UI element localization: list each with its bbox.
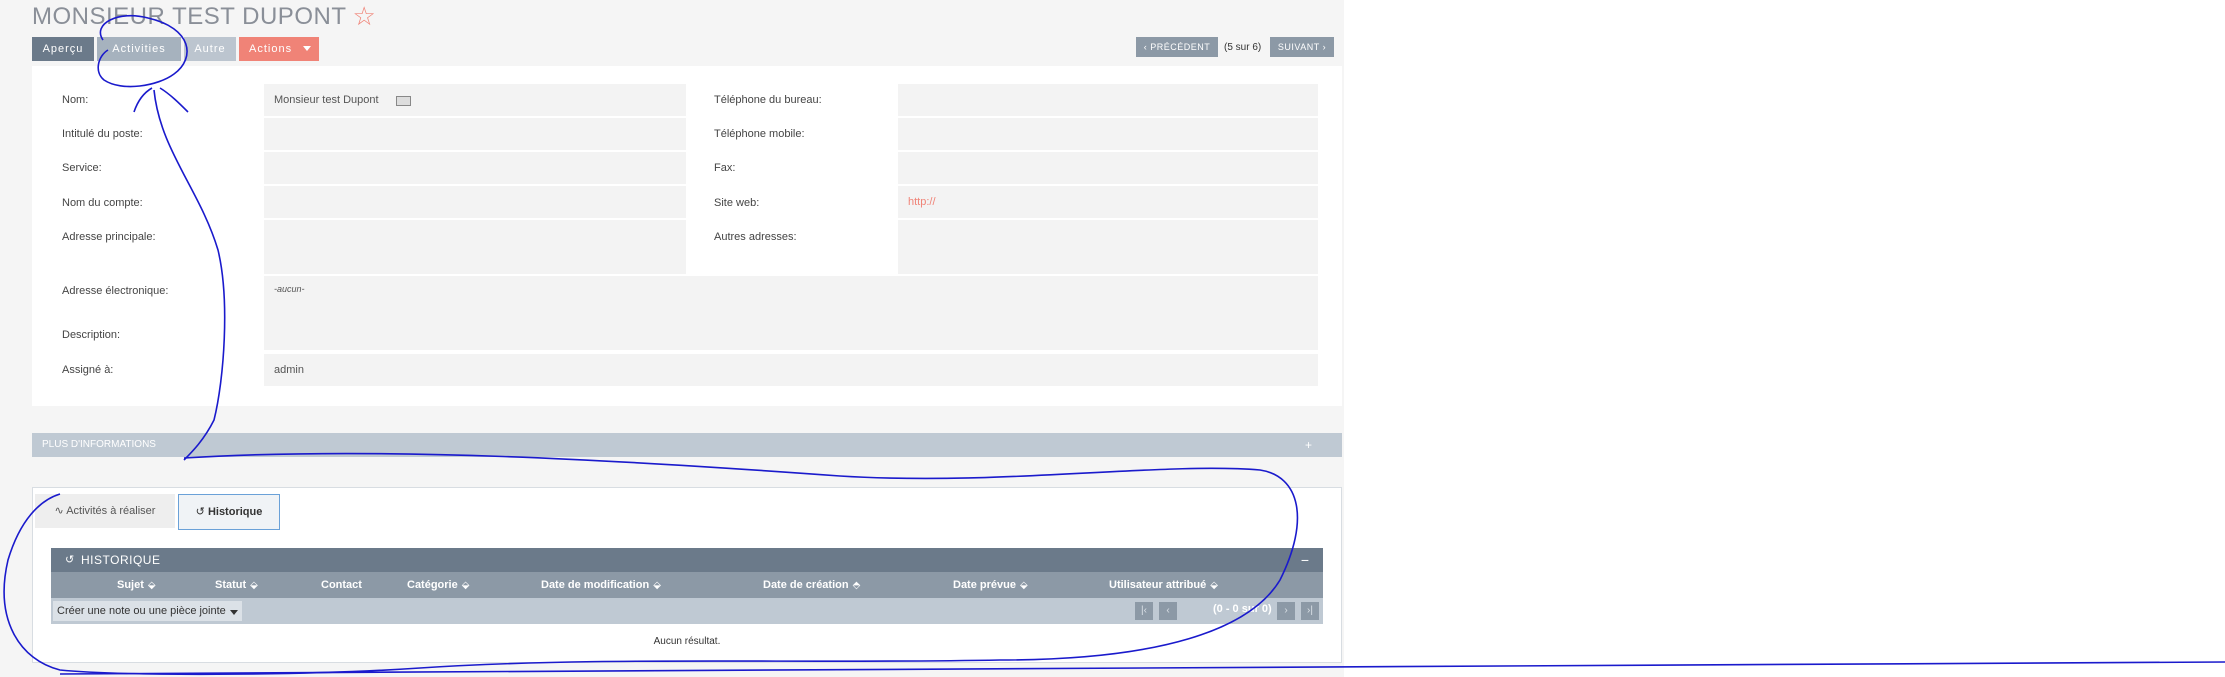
value-nom: Monsieur test Dupont	[264, 84, 686, 116]
column-date-creation[interactable]: Date de création ⬘	[763, 579, 860, 591]
sort-icon: ⬙	[1019, 580, 1028, 591]
column-utilisateur[interactable]: Utilisateur attribué ⬙	[1109, 579, 1218, 591]
column-date-creation-label: Date de création	[763, 579, 849, 591]
subtab-historique[interactable]: ↺ Historique	[178, 494, 280, 530]
sort-icon: ⬙	[250, 580, 258, 591]
column-statut-label: Statut	[215, 579, 247, 591]
value-tel-mobile	[898, 118, 1318, 150]
record-position: (5 sur 6)	[1224, 42, 1262, 53]
sort-icon: ⬙	[1210, 580, 1218, 591]
column-date-modification-label: Date de modification	[541, 579, 650, 591]
value-compte	[264, 186, 686, 218]
caret-down-icon	[229, 610, 238, 615]
subtab-historique-label: Historique	[207, 506, 263, 518]
tab-apercu[interactable]: Aperçu	[32, 37, 94, 61]
value-assigne-text: admin	[274, 364, 304, 376]
label-fax: Fax:	[714, 162, 736, 174]
value-intitule	[264, 118, 686, 150]
sort-desc-icon: ⬘	[852, 580, 861, 591]
next-label: SUIVANT	[1277, 42, 1320, 52]
value-autres	[898, 220, 1318, 274]
column-date-modification[interactable]: Date de modification ⬙	[541, 579, 661, 591]
page-title: MONSIEUR TEST DUPONT ☆	[32, 0, 376, 31]
value-site: http://	[898, 186, 1318, 218]
value-nom-text: Monsieur test Dupont	[274, 94, 379, 106]
subpanel: ∿ Activités à réaliser ↺ Historique ↺ HI…	[32, 487, 1342, 663]
history-columns: Sujet ⬙ Statut ⬙ Contact Catégorie ⬙ Date d…	[51, 572, 1323, 598]
label-site: Site web:	[714, 197, 760, 209]
value-email: -aucun-	[264, 276, 1318, 350]
caret-down-icon	[303, 46, 311, 51]
column-contact-label: Contact	[321, 579, 362, 591]
label-tel-mobile: Téléphone mobile:	[714, 128, 805, 140]
label-compte: Nom du compte:	[62, 197, 143, 209]
value-email-text: -aucun-	[274, 284, 305, 294]
vcard-icon[interactable]	[396, 96, 411, 106]
history-toolbar: Créer une note ou une pièce jointe |‹ ‹ …	[51, 598, 1323, 624]
label-adresse: Adresse principale:	[62, 231, 156, 243]
value-adresse	[264, 220, 686, 274]
subtab-activites-label: Activités à réaliser	[66, 505, 156, 517]
record-page: MONSIEUR TEST DUPONT ☆ Aperçu Activities …	[0, 0, 1344, 677]
column-statut[interactable]: Statut ⬙	[215, 579, 258, 591]
collapse-icon[interactable]: −	[1301, 548, 1309, 572]
website-link[interactable]: http://	[908, 196, 936, 208]
label-nom: Nom:	[62, 94, 89, 106]
label-intitule: Intitulé du poste:	[62, 128, 143, 140]
column-date-prevue[interactable]: Date prévue ⬙	[953, 579, 1028, 591]
column-sujet[interactable]: Sujet ⬙	[117, 579, 156, 591]
prev-page-button[interactable]: ‹	[1159, 602, 1177, 620]
history-icon: ↺	[65, 554, 75, 566]
label-description: Description:	[62, 329, 121, 341]
value-service	[264, 152, 686, 184]
create-note-button[interactable]: Créer une note ou une pièce jointe	[53, 601, 242, 621]
column-date-prevue-label: Date prévue	[953, 579, 1016, 591]
sort-icon: ⬙	[461, 580, 470, 591]
column-contact: Contact	[321, 579, 362, 591]
value-assigne: admin	[264, 354, 1318, 386]
label-tel-bureau: Téléphone du bureau:	[714, 94, 822, 106]
column-categorie[interactable]: Catégorie ⬙	[407, 579, 469, 591]
pagination-count: (0 - 0 sur 0)	[1213, 603, 1272, 615]
column-utilisateur-label: Utilisateur attribué	[1109, 579, 1207, 591]
value-tel-bureau	[898, 84, 1318, 116]
previous-button[interactable]: ‹ PRÉCÉDENT	[1136, 37, 1218, 57]
record-name: MONSIEUR TEST DUPONT	[32, 3, 347, 30]
actions-label: Actions	[249, 43, 293, 55]
history-title: HISTORIQUE	[81, 553, 161, 567]
tab-activities[interactable]: Activities	[97, 37, 181, 61]
activity-icon: ∿	[54, 505, 64, 517]
label-autres: Autres adresses:	[714, 231, 797, 243]
subtab-activites[interactable]: ∿ Activités à réaliser	[35, 494, 175, 528]
label-assigne: Assigné à:	[62, 364, 114, 376]
create-note-label: Créer une note ou une pièce jointe	[57, 605, 226, 617]
last-page-button[interactable]: ›|	[1301, 602, 1319, 620]
tab-autre[interactable]: Autre	[184, 37, 236, 61]
sort-icon: ⬙	[147, 580, 156, 591]
view-tabs: Aperçu Activities Autre Actions	[32, 37, 319, 61]
first-page-button[interactable]: |‹	[1135, 602, 1153, 620]
empty-message: Aucun résultat.	[653, 636, 721, 647]
more-info-panel-header[interactable]: PLUS D'INFORMATIONS +	[32, 433, 1342, 457]
expand-icon[interactable]: +	[1305, 433, 1312, 457]
detail-panel: Nom: Monsieur test Dupont Intitulé du po…	[32, 66, 1342, 406]
column-sujet-label: Sujet	[117, 579, 144, 591]
more-info-label: PLUS D'INFORMATIONS	[42, 439, 156, 450]
actions-menu-button[interactable]: Actions	[239, 37, 319, 61]
column-categorie-label: Catégorie	[407, 579, 458, 591]
sort-icon: ⬙	[653, 580, 661, 591]
next-button[interactable]: SUIVANT ›	[1270, 37, 1334, 57]
star-icon[interactable]: ☆	[352, 1, 376, 31]
previous-label: PRÉCÉDENT	[1150, 42, 1211, 52]
label-email: Adresse électronique:	[62, 285, 169, 297]
next-page-button[interactable]: ›	[1277, 602, 1295, 620]
label-service: Service:	[62, 162, 102, 174]
history-icon: ↺	[195, 506, 205, 518]
value-fax	[898, 152, 1318, 184]
history-header: ↺ HISTORIQUE −	[51, 548, 1323, 572]
